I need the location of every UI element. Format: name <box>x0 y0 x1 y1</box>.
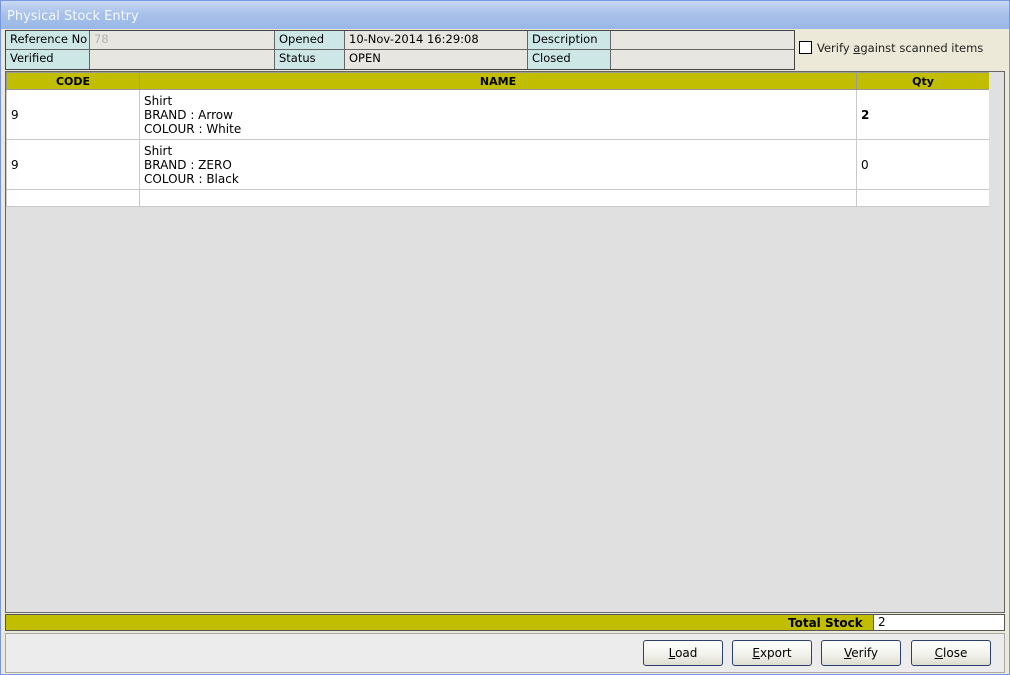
export-rest: xport <box>759 646 792 660</box>
item-name: Shirt <box>144 93 173 108</box>
status-label: Status <box>275 50 345 69</box>
verified-label: Verified <box>6 50 90 69</box>
stock-grid-area[interactable]: CODE NAME Qty 9 Shirt BRAND : Arrow COLO… <box>5 71 1005 613</box>
cell-qty[interactable] <box>856 189 990 207</box>
entry-info-grid: Reference No 78 Opened 10-Nov-2014 16:29… <box>5 30 795 70</box>
item-colour: COLOUR : Black <box>144 171 239 186</box>
reference-no-value: 78 <box>90 31 275 50</box>
column-header-name[interactable]: NAME <box>139 72 857 90</box>
export-button[interactable]: Export <box>732 640 812 666</box>
cell-qty[interactable]: 0 <box>856 139 990 190</box>
close-rest: lose <box>943 646 968 660</box>
description-label: Description <box>528 31 611 50</box>
cell-name[interactable]: Shirt BRAND : ZERO COLOUR : Black <box>139 139 857 190</box>
verify-label-pre: Verify <box>817 41 854 55</box>
description-value <box>611 31 794 50</box>
window-title: Physical Stock Entry <box>7 9 139 24</box>
cell-name[interactable]: Shirt BRAND : Arrow COLOUR : White <box>139 89 857 140</box>
load-rest: oad <box>675 646 698 660</box>
item-name: Shirt <box>144 143 173 158</box>
item-brand: BRAND : ZERO <box>144 157 232 172</box>
load-button[interactable]: Load <box>643 640 723 666</box>
table-header-row: CODE NAME Qty <box>6 72 990 90</box>
cell-code[interactable]: 9 <box>6 139 140 190</box>
close-accel: C <box>934 646 944 660</box>
column-header-code[interactable]: CODE <box>6 72 140 90</box>
stock-table: CODE NAME Qty 9 Shirt BRAND : Arrow COLO… <box>6 72 990 207</box>
verify-against-scanned-label[interactable]: Verify against scanned items <box>817 41 983 55</box>
verify-button[interactable]: Verify <box>821 640 901 666</box>
physical-stock-entry-window: Physical Stock Entry Reference No 78 Ope… <box>0 0 1010 675</box>
column-header-qty[interactable]: Qty <box>856 72 990 90</box>
cell-code[interactable] <box>6 189 140 207</box>
verified-value <box>90 50 275 69</box>
verify-label-post: gainst scanned items <box>860 41 984 55</box>
status-value: OPEN <box>345 50 528 69</box>
item-brand: BRAND : Arrow <box>144 107 233 122</box>
table-row[interactable]: 9 Shirt BRAND : ZERO COLOUR : Black 0 <box>6 139 990 190</box>
total-stock-bar: Total Stock 2 <box>5 614 1005 631</box>
closed-value <box>611 50 794 69</box>
new-entry-row[interactable] <box>6 189 990 207</box>
total-stock-value: 2 <box>873 615 1004 630</box>
opened-label: Opened <box>275 31 345 50</box>
closed-label: Closed <box>528 50 611 69</box>
reference-no-label: Reference No <box>6 31 90 50</box>
cell-name[interactable] <box>139 189 857 207</box>
close-button[interactable]: Close <box>911 640 991 666</box>
item-colour: COLOUR : White <box>144 121 242 136</box>
grid-scroll-gutter <box>989 72 1004 612</box>
button-bar: Load Export Verify Close <box>5 633 1005 673</box>
table-row[interactable]: 9 Shirt BRAND : Arrow COLOUR : White 2 <box>6 89 990 140</box>
cell-code[interactable]: 9 <box>6 89 140 140</box>
total-stock-label: Total Stock <box>788 616 863 630</box>
export-accel: E <box>752 646 760 660</box>
verify-rest: erify <box>851 646 879 660</box>
cell-qty[interactable]: 2 <box>856 89 990 140</box>
opened-value: 10-Nov-2014 16:29:08 <box>345 31 528 50</box>
verify-against-scanned-checkbox[interactable] <box>799 41 812 54</box>
title-bar[interactable]: Physical Stock Entry <box>1 1 1009 29</box>
